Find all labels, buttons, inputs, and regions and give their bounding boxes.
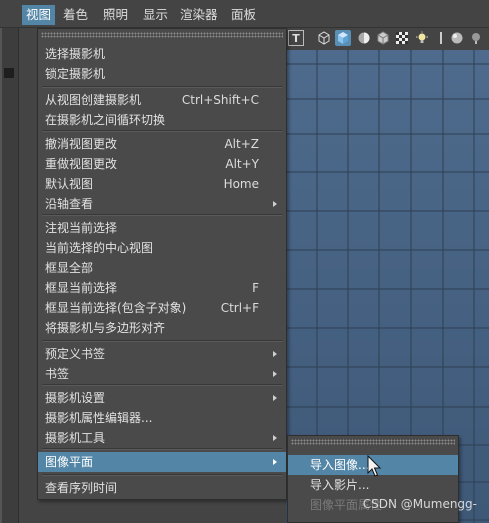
submenu-tear-off-handle[interactable] — [291, 439, 455, 445]
menu-lighting[interactable]: 照明 — [99, 5, 132, 25]
textured-cube-icon[interactable] — [375, 30, 391, 46]
text-tool-icon[interactable]: T — [288, 30, 304, 46]
wireframe-cube-icon[interactable] — [316, 30, 332, 46]
menu-item[interactable]: 预定义书签 — [38, 344, 286, 364]
menu-item[interactable]: 书签 — [38, 364, 286, 384]
submenu-arrow-icon — [273, 435, 277, 441]
menu-item[interactable]: 从视图创建摄影机 Ctrl+Shift+C — [38, 90, 286, 110]
menu-view[interactable]: 视图 — [22, 5, 56, 25]
menu-item[interactable]: 撤消视图更改 Alt+Z — [38, 134, 286, 154]
submenu-arrow-icon — [273, 395, 277, 401]
menu-item-label: 框显当前选择 — [45, 281, 118, 295]
menu-item-label: 从视图创建摄影机 — [45, 93, 142, 107]
menu-item-label: 查看序列时间 — [45, 481, 118, 495]
menu-separator — [42, 214, 282, 216]
menu-separator — [42, 340, 282, 342]
menu-item[interactable]: 摄影机工具 — [38, 428, 286, 448]
menu-item-label: 选择摄影机 — [45, 47, 106, 61]
submenu-item-label: 导入影片... — [310, 478, 370, 492]
menu-item-label: 摄影机设置 — [45, 391, 106, 405]
menu-item[interactable]: 锁定摄影机 — [38, 64, 286, 84]
menu-item[interactable]: 查看序列时间 — [38, 478, 286, 498]
menu-item-label: 摄影机工具 — [45, 431, 106, 445]
menu-item[interactable]: 当前选择的中心视图 — [38, 238, 286, 258]
menu-item-label: 将摄影机与多边形对齐 — [45, 321, 166, 335]
menu-item[interactable]: 默认视图 Home — [38, 174, 286, 194]
menu-item-label: 预定义书签 — [45, 347, 106, 361]
menu-item-label: 锁定摄影机 — [45, 67, 106, 81]
menu-item[interactable]: 在摄影机之间循环切换 — [38, 110, 286, 130]
mouse-cursor-icon — [367, 455, 382, 477]
view-menu-dropdown: 选择摄影机锁定摄影机从视图创建摄影机 Ctrl+Shift+C 在摄影机之间循环切换… — [37, 28, 287, 500]
menu-item[interactable]: 重做视图更改 Alt+Y — [38, 154, 286, 174]
smooth-shade-icon[interactable] — [356, 30, 372, 46]
menu-item-label: 框显全部 — [45, 261, 94, 275]
left-toolbar-strip — [0, 28, 19, 523]
menu-item-shortcut: Ctrl+Shift+C — [181, 93, 259, 107]
menu-item[interactable]: 摄影机属性编辑器... — [38, 408, 286, 428]
menu-shading[interactable]: 着色 — [59, 5, 92, 25]
shaded-cube-icon[interactable] — [335, 30, 351, 46]
menu-item-shortcut: Alt+Y — [225, 157, 259, 171]
checker-icon[interactable] — [394, 30, 410, 46]
watermark-text: CSDN @Mumengg- — [362, 497, 477, 511]
sphere-small-icon[interactable] — [468, 30, 484, 46]
submenu-arrow-icon — [273, 351, 277, 357]
menu-item-label: 撤消视图更改 — [45, 137, 118, 151]
strip-divider — [0, 28, 18, 523]
sphere-icon[interactable] — [449, 30, 465, 46]
menu-item-label: 框显当前选择(包含子对象) — [45, 301, 187, 315]
menu-item-label: 重做视图更改 — [45, 157, 118, 171]
menu-item-label: 当前选择的中心视图 — [45, 241, 154, 255]
menu-item-shortcut: Ctrl+F — [220, 301, 259, 315]
menu-item-label: 注视当前选择 — [45, 221, 118, 235]
menu-item[interactable]: 选择摄影机 — [38, 44, 286, 64]
menu-item-label: 书签 — [45, 367, 70, 381]
light-bulb-icon[interactable] — [414, 30, 430, 46]
viewport-toolbar: T — [286, 28, 489, 51]
menu-bar: 视图 着色 照明 显示 渲染器 面板 — [0, 0, 489, 28]
menu-item[interactable]: 框显当前选择 F — [38, 278, 286, 298]
submenu-arrow-icon — [273, 371, 277, 377]
menu-item-shortcut: Alt+Z — [224, 137, 259, 151]
menu-item-label: 沿轴查看 — [45, 197, 94, 211]
menu-item[interactable]: 将摄影机与多边形对齐 — [38, 318, 286, 338]
tear-off-handle[interactable] — [41, 32, 283, 38]
menu-separator — [42, 474, 282, 476]
menu-panels[interactable]: 面板 — [227, 5, 260, 25]
menu-item-label: 摄影机属性编辑器... — [45, 411, 153, 425]
menu-separator — [42, 86, 282, 88]
menu-renderer[interactable]: 渲染器 — [176, 5, 222, 25]
menu-item[interactable]: 框显当前选择(包含子对象) Ctrl+F — [38, 298, 286, 318]
menu-item[interactable]: 注视当前选择 — [38, 218, 286, 238]
menu-separator — [42, 130, 282, 132]
menu-item[interactable]: 摄影机设置 — [38, 388, 286, 408]
menu-separator — [42, 384, 282, 386]
submenu-arrow-icon — [273, 201, 277, 207]
menu-item-label: 默认视图 — [45, 177, 94, 191]
submenu-arrow-icon — [273, 459, 277, 465]
menu-item-label: 图像平面 — [45, 455, 94, 469]
menu-separator — [42, 448, 282, 450]
menu-item[interactable]: 沿轴查看 — [38, 194, 286, 214]
shadow-icon[interactable] — [433, 30, 449, 46]
menu-show[interactable]: 显示 — [139, 5, 172, 25]
menu-item-shortcut: F — [252, 281, 259, 295]
menu-item[interactable]: 框显全部 — [38, 258, 286, 278]
toggle-box-icon[interactable] — [4, 68, 14, 78]
menu-item-shortcut: Home — [223, 177, 259, 191]
menu-item[interactable]: 图像平面 — [38, 452, 286, 472]
submenu-item-label: 导入图像... — [310, 458, 370, 472]
menu-item-label: 在摄影机之间循环切换 — [45, 113, 166, 127]
